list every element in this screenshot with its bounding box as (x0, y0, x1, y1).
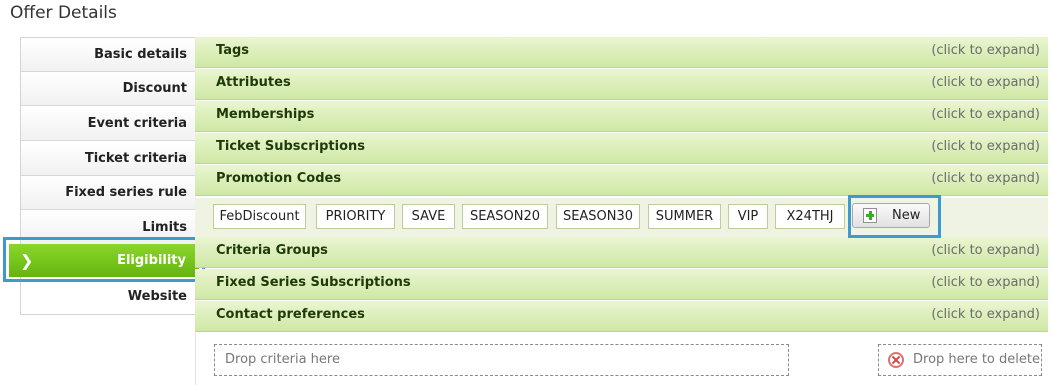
section-title: Attributes (216, 75, 291, 90)
expand-hint: (click to expand) (931, 107, 1040, 122)
promotion-code-chip[interactable]: X24THJ (775, 204, 845, 229)
drop-area: Drop criteria here Drop here to delete (195, 333, 1049, 385)
section-title: Criteria Groups (216, 243, 328, 258)
expand-hint: (click to expand) (931, 139, 1040, 154)
section-memberships[interactable]: Memberships (click to expand) (195, 101, 1048, 132)
page-title: Offer Details (10, 3, 117, 23)
section-tags[interactable]: Tags (click to expand) (195, 37, 1048, 68)
section-fixed-series-subscriptions[interactable]: Fixed Series Subscriptions (click to exp… (195, 269, 1048, 300)
section-title: Ticket Subscriptions (216, 139, 366, 154)
section-promotion-codes[interactable]: Promotion Codes (click to expand) (195, 165, 1048, 196)
expand-hint: (click to expand) (931, 307, 1040, 322)
sidebar-item-limits[interactable]: Limits (21, 211, 196, 245)
sidebar-item-website[interactable]: Website (21, 280, 196, 314)
drop-criteria-zone[interactable]: Drop criteria here (214, 344, 789, 376)
sidebar-item-discount[interactable]: Discount (21, 72, 196, 106)
sidebar-item-label: Eligibility (117, 253, 186, 268)
promotion-codes-list: FebDiscount PRIORITY SAVE SEASON20 SEASO… (195, 198, 1048, 237)
sidebar-item-eligibility[interactable]: ❯ Eligibility (9, 244, 207, 277)
section-title: Promotion Codes (216, 171, 342, 186)
promotion-code-chip[interactable]: SAVE (402, 204, 455, 229)
sidebar-item-basic-details[interactable]: Basic details (21, 38, 196, 72)
new-promotion-code-button[interactable]: New (852, 203, 930, 228)
add-icon (863, 208, 877, 223)
promotion-code-chip[interactable]: VIP (728, 204, 768, 229)
expand-hint: (click to expand) (931, 75, 1040, 90)
promotion-code-chip[interactable]: SEASON30 (556, 204, 640, 229)
expand-hint: (click to expand) (931, 171, 1040, 186)
section-title: Memberships (216, 107, 315, 122)
sidebar-item-fixed-series-rule[interactable]: Fixed series rule (21, 176, 196, 210)
section-contact-preferences[interactable]: Contact preferences (click to expand) (195, 301, 1048, 332)
section-title: Fixed Series Subscriptions (216, 275, 411, 290)
expand-hint: (click to expand) (931, 275, 1040, 290)
section-ticket-subscriptions[interactable]: Ticket Subscriptions (click to expand) (195, 133, 1048, 164)
expand-hint: (click to expand) (931, 243, 1040, 258)
promotion-code-chip[interactable]: PRIORITY (316, 204, 395, 229)
sidebar-item-event-criteria[interactable]: Event criteria (21, 107, 196, 141)
drop-delete-zone[interactable]: Drop here to delete (878, 344, 1042, 376)
delete-icon (888, 352, 904, 368)
section-criteria-groups[interactable]: Criteria Groups (click to expand) (195, 237, 1048, 268)
promotion-code-chip[interactable]: SUMMER (648, 204, 721, 229)
promotion-code-chip[interactable]: FebDiscount (213, 204, 306, 229)
expand-hint: (click to expand) (931, 43, 1040, 58)
promotion-code-chip[interactable]: SEASON20 (462, 204, 548, 229)
section-title: Tags (216, 43, 250, 58)
chevron-right-icon: ❯ (20, 251, 34, 270)
new-button-label: New (892, 208, 921, 223)
section-attributes[interactable]: Attributes (click to expand) (195, 69, 1048, 100)
sidebar-item-ticket-criteria[interactable]: Ticket criteria (21, 142, 196, 176)
drop-delete-label: Drop here to delete (913, 352, 1040, 367)
section-title: Contact preferences (216, 307, 365, 322)
